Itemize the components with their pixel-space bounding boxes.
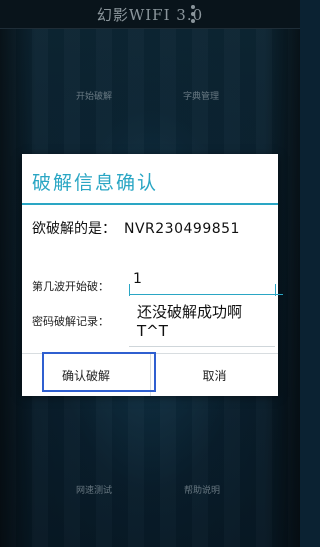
record-label: 密码破解记录： [32, 315, 109, 328]
confirm-crack-button[interactable]: 确认破解 [22, 354, 150, 396]
record-value: 还没破解成功啊 T^T [137, 303, 243, 340]
crack-confirm-dialog: 破解信息确认 欲破解的是： NVR230499851 第几波开始破： 密码破解记录… [22, 154, 283, 396]
target-label: 欲破解的是： [32, 221, 116, 237]
cancel-button[interactable]: 取消 [151, 354, 278, 396]
wave-start-input[interactable] [129, 264, 283, 295]
target-row: 欲破解的是： NVR230499851 [32, 218, 240, 238]
record-underline [129, 346, 275, 347]
dialog-title-divider [22, 203, 278, 205]
dialog-title: 破解信息确认 [32, 172, 159, 194]
dialog-button-row: 确认破解 取消 [22, 353, 278, 396]
target-ssid: NVR230499851 [124, 221, 240, 237]
wave-label: 第几波开始破： [32, 280, 109, 293]
input-edge-right [275, 284, 276, 296]
input-edge-left [129, 284, 130, 296]
